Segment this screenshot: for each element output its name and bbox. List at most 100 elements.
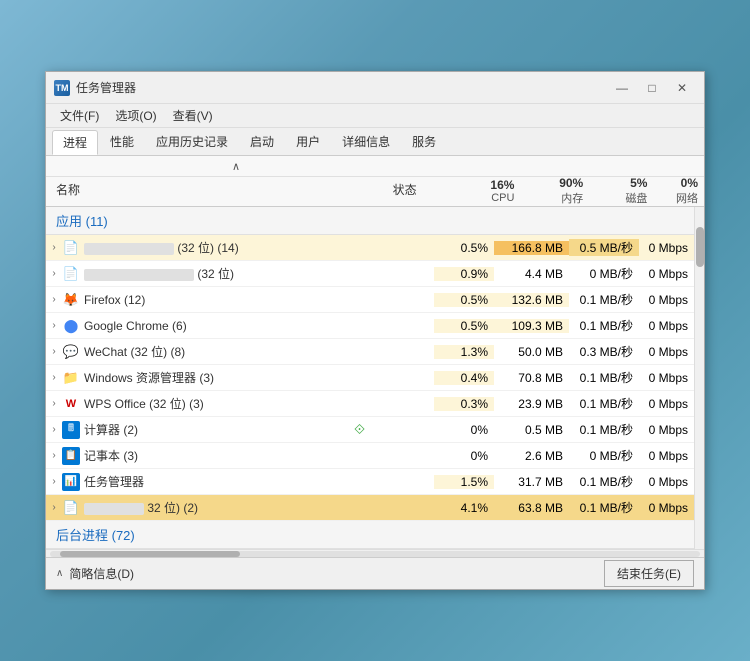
expand-icon[interactable]: ›	[46, 320, 62, 331]
row-disk-4: 0.3 MB/秒	[569, 343, 639, 360]
scrollbar-thumb[interactable]	[60, 551, 240, 557]
row-name-notepad: 记事本 (3)	[84, 447, 354, 464]
table-row[interactable]: › W WPS Office (32 位) (3) 0.3% 23.9 MB 0…	[46, 391, 694, 417]
column-headers: ∧ 名称 状态 16% CPU 90% 内存 5% 磁盘 0%	[46, 156, 704, 207]
table-container: 应用 (11) › 📄 (32 位) (14) 0.5% 166.8 MB 0.…	[46, 207, 704, 549]
row-net-10: 0 Mbps	[639, 501, 694, 515]
maximize-button[interactable]: □	[638, 77, 666, 99]
app-icon-wechat: 💬	[62, 343, 80, 361]
row-name-firefox: Firefox (12)	[84, 293, 354, 307]
expand-icon[interactable]: ›	[46, 346, 62, 357]
expand-icon[interactable]: ›	[46, 372, 62, 383]
tab-details[interactable]: 详细信息	[332, 130, 400, 153]
row-cpu-2: 0.5%	[434, 293, 494, 307]
app-icon-10: 📄	[62, 499, 80, 517]
row-disk-1: 0 MB/秒	[569, 265, 639, 282]
col-disk-header[interactable]: 5% 磁盘	[589, 176, 653, 208]
col-mem-header[interactable]: 90% 内存	[520, 176, 589, 208]
tab-app-history[interactable]: 应用历史记录	[146, 130, 238, 153]
process-table: 应用 (11) › 📄 (32 位) (14) 0.5% 166.8 MB 0.…	[46, 207, 694, 549]
table-row[interactable]: › 📋 记事本 (3) 0% 2.6 MB 0 MB/秒 0 Mbps	[46, 443, 694, 469]
tab-users[interactable]: 用户	[286, 130, 330, 153]
section-apps-header[interactable]: 应用 (11)	[46, 207, 694, 235]
horizontal-scrollbar[interactable]	[46, 549, 704, 557]
row-cpu-8: 0%	[434, 449, 494, 463]
row-net-6: 0 Mbps	[639, 397, 694, 411]
menu-options[interactable]: 选项(O)	[107, 104, 164, 127]
expand-icon[interactable]: ›	[46, 424, 62, 435]
table-row[interactable]: › 📄 32 位) (2) 4.1% 63.8 MB 0.1 MB/秒 0 Mb…	[46, 495, 694, 521]
row-net-5: 0 Mbps	[639, 371, 694, 385]
end-task-button[interactable]: 结束任务(E)	[604, 560, 694, 587]
table-row[interactable]: › 📄 (32 位) (14) 0.5% 166.8 MB 0.5 MB/秒 0…	[46, 235, 694, 261]
row-status-7: ⟐	[354, 421, 434, 438]
scrollbar-track	[50, 551, 700, 557]
row-name-10: 32 位) (2)	[84, 499, 354, 516]
expand-icon[interactable]: ›	[46, 476, 62, 487]
col-status-header[interactable]: 状态	[393, 181, 466, 202]
minimize-button[interactable]: —	[608, 77, 636, 99]
row-cpu-3: 0.5%	[434, 319, 494, 333]
vertical-scrollbar[interactable]	[694, 207, 704, 549]
row-mem-10: 63.8 MB	[494, 501, 569, 515]
row-cpu-7: 0%	[434, 423, 494, 437]
tab-processes[interactable]: 进程	[52, 130, 98, 155]
app-icon-0: 📄	[62, 239, 80, 257]
tab-performance[interactable]: 性能	[100, 130, 144, 153]
row-mem-5: 70.8 MB	[494, 371, 569, 385]
menu-bar: 文件(F) 选项(O) 查看(V)	[46, 104, 704, 128]
col-net-header[interactable]: 0% 网络	[653, 176, 704, 208]
summary-info[interactable]: ∧ 简略信息(D)	[56, 565, 134, 582]
row-mem-9: 31.7 MB	[494, 475, 569, 489]
row-disk-7: 0.1 MB/秒	[569, 421, 639, 438]
table-row[interactable]: › 🖩 计算器 (2) ⟐ 0% 0.5 MB 0.1 MB/秒 0 Mbps	[46, 417, 694, 443]
row-cpu-6: 0.3%	[434, 397, 494, 411]
app-icon-calc: 🖩	[62, 421, 80, 439]
app-icon-notepad: 📋	[62, 447, 80, 465]
row-disk-10: 0.1 MB/秒	[569, 499, 639, 516]
tab-services[interactable]: 服务	[402, 130, 446, 153]
sort-arrow: ∧	[46, 160, 426, 173]
status-bar: ∧ 简略信息(D) 结束任务(E)	[46, 557, 704, 589]
section-bg-header[interactable]: 后台进程 (72)	[46, 521, 694, 549]
task-manager-window: TM 任务管理器 — □ ✕ 文件(F) 选项(O) 查看(V) 进程 性能 应…	[45, 71, 705, 590]
table-row[interactable]: › ⬤ Google Chrome (6) 0.5% 109.3 MB 0.1 …	[46, 313, 694, 339]
row-net-1: 0 Mbps	[639, 267, 694, 281]
row-net-9: 0 Mbps	[639, 475, 694, 489]
table-row[interactable]: › 🦊 Firefox (12) 0.5% 132.6 MB 0.1 MB/秒 …	[46, 287, 694, 313]
tab-startup[interactable]: 启动	[240, 130, 284, 153]
expand-icon[interactable]: ›	[46, 450, 62, 461]
app-icon-chrome: ⬤	[62, 317, 80, 335]
row-disk-3: 0.1 MB/秒	[569, 317, 639, 334]
table-row[interactable]: › 📁 Windows 资源管理器 (3) 0.4% 70.8 MB 0.1 M…	[46, 365, 694, 391]
app-icon-explorer: 📁	[62, 369, 80, 387]
row-name-wps: WPS Office (32 位) (3)	[84, 395, 354, 412]
table-row[interactable]: › 📄 (32 位) 0.9% 4.4 MB 0 MB/秒 0 Mbps	[46, 261, 694, 287]
col-cpu-header[interactable]: 16% CPU	[465, 178, 520, 206]
hint-icon: ⟐	[354, 421, 365, 438]
expand-icon[interactable]: ›	[46, 294, 62, 305]
expand-icon[interactable]: ›	[46, 398, 62, 409]
table-row[interactable]: › 📊 任务管理器 1.5% 31.7 MB 0.1 MB/秒 0 Mbps	[46, 469, 694, 495]
expand-icon[interactable]: ›	[46, 268, 62, 279]
expand-icon[interactable]: ›	[46, 502, 62, 513]
col-headers-row: 名称 状态 16% CPU 90% 内存 5% 磁盘 0% 网络	[46, 176, 704, 206]
row-net-3: 0 Mbps	[639, 319, 694, 333]
menu-file[interactable]: 文件(F)	[52, 104, 107, 127]
row-name-0: (32 位) (14)	[84, 239, 354, 256]
menu-view[interactable]: 查看(V)	[165, 104, 221, 127]
row-net-0: 0 Mbps	[639, 241, 694, 255]
close-button[interactable]: ✕	[668, 77, 696, 99]
col-name-header[interactable]: 名称	[46, 181, 393, 202]
tabs-bar: 进程 性能 应用历史记录 启动 用户 详细信息 服务	[46, 128, 704, 156]
row-cpu-10: 4.1%	[434, 501, 494, 515]
row-cpu-4: 1.3%	[434, 345, 494, 359]
expand-icon[interactable]: ›	[46, 242, 62, 253]
title-bar: TM 任务管理器 — □ ✕	[46, 72, 704, 104]
table-row[interactable]: › 💬 WeChat (32 位) (8) 1.3% 50.0 MB 0.3 M…	[46, 339, 694, 365]
window-controls: — □ ✕	[608, 77, 696, 99]
row-mem-6: 23.9 MB	[494, 397, 569, 411]
scroll-thumb[interactable]	[696, 227, 704, 267]
summary-label: 简略信息(D)	[69, 565, 134, 582]
row-name-wechat: WeChat (32 位) (8)	[84, 343, 354, 360]
